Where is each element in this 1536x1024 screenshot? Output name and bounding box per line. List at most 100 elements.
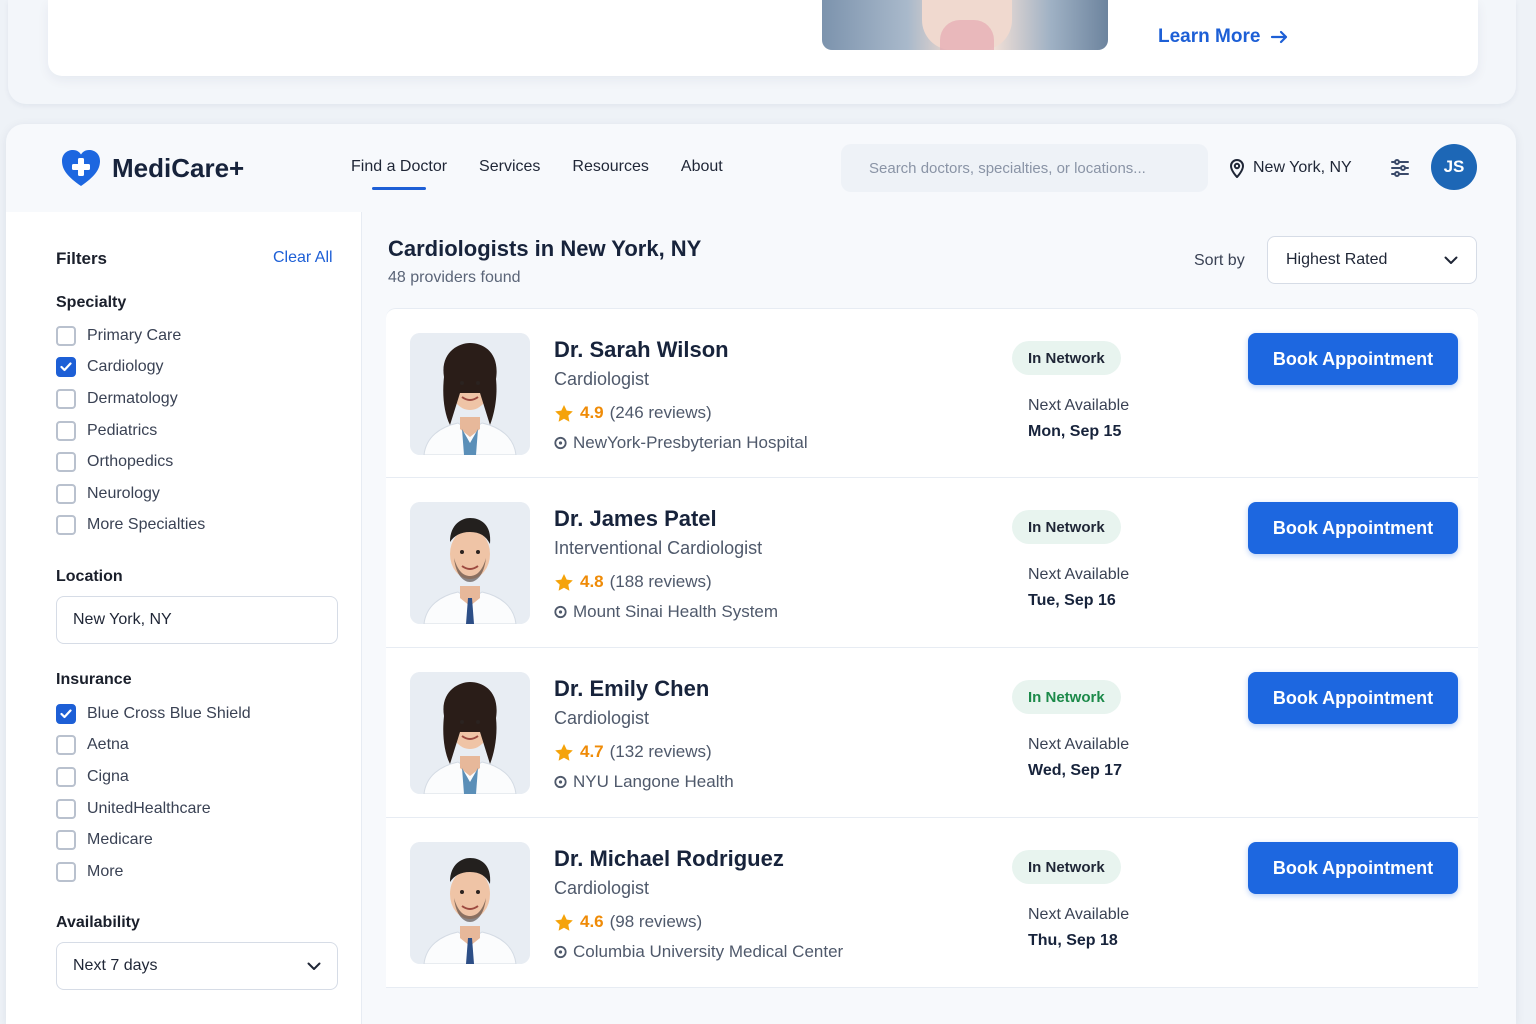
filter-option[interactable]: More xyxy=(56,856,251,888)
avatar[interactable]: JS xyxy=(1431,144,1477,190)
insurance-list: Blue Cross Blue Shield Aetna Cigna UnitedHe… xyxy=(56,698,251,888)
book-appointment-button[interactable]: Book Appointment xyxy=(1248,842,1458,894)
promo-card: Learn More xyxy=(48,0,1478,76)
app-frame: MediCare+ Find a Doctor Services Resourc… xyxy=(6,124,1516,1024)
specialty-title: Specialty xyxy=(56,294,127,311)
availability-title: Availability xyxy=(56,914,140,931)
filter-option[interactable]: Primary Care xyxy=(56,320,205,352)
filter-option-label: Dermatology xyxy=(87,389,178,407)
doctor-specialty: Cardiologist xyxy=(554,878,650,898)
sort-value: Highest Rated xyxy=(1286,251,1388,268)
star-icon xyxy=(555,913,573,931)
doctor-card[interactable]: Dr. Michael Rodriguez Cardiologist 4.6 (98 … xyxy=(386,818,1478,988)
logo[interactable]: MediCare+ xyxy=(60,148,244,188)
doctor-hospital: Columbia University Medical Center xyxy=(554,942,843,962)
hospital-name: Mount Sinai Health System xyxy=(573,602,779,621)
learn-more-label: Learn More xyxy=(1158,26,1261,47)
map-pin-icon xyxy=(1229,159,1245,178)
review-count[interactable]: (132 reviews) xyxy=(610,742,712,762)
location-pin-icon xyxy=(554,436,567,450)
rating-score: 4.7 xyxy=(580,742,604,761)
availability-select[interactable]: Next 7 days xyxy=(56,942,338,990)
doctor-card[interactable]: Dr. Emily Chen Cardiologist 4.7 (132 review… xyxy=(386,648,1478,818)
doctor-hospital: Mount Sinai Health System xyxy=(554,602,778,622)
filter-option[interactable]: Cardiology xyxy=(56,352,205,384)
doctor-card[interactable]: Dr. Sarah Wilson Cardiologist 4.9 (246 revi… xyxy=(386,308,1478,478)
insurance-title: Insurance xyxy=(56,671,132,688)
network-badge: In Network xyxy=(1012,510,1121,544)
nav-about[interactable]: About xyxy=(681,158,723,176)
learn-more-link[interactable]: Learn More xyxy=(1158,26,1290,48)
doctor-photo xyxy=(410,333,530,455)
doctor-card[interactable]: Dr. James Patel Interventional Cardiologi… xyxy=(386,478,1478,648)
checkbox[interactable] xyxy=(56,420,76,441)
doctor-rating: 4.8 (188 reviews) xyxy=(554,572,712,592)
location-filter-title: Location xyxy=(56,568,123,585)
filter-option[interactable]: Medicare xyxy=(56,824,251,856)
chevron-down-icon xyxy=(307,962,321,970)
filter-option[interactable]: Neurology xyxy=(56,478,205,510)
checkbox[interactable] xyxy=(56,735,76,756)
rating-score: 4.9 xyxy=(580,403,604,422)
checkbox[interactable] xyxy=(56,766,76,787)
filter-option-label: Blue Cross Blue Shield xyxy=(87,704,251,722)
doctor-name[interactable]: Dr. James Patel xyxy=(554,506,717,532)
sort-select[interactable]: Highest Rated xyxy=(1267,236,1477,284)
filter-option-label: Medicare xyxy=(87,831,153,849)
main-nav: Find a Doctor Services Resources About xyxy=(351,158,723,190)
next-available-date: Tue, Sep 16 xyxy=(1028,592,1116,609)
checkbox[interactable] xyxy=(56,483,76,504)
star-icon xyxy=(555,404,573,422)
filter-option[interactable]: Orthopedics xyxy=(56,446,205,478)
nav-find-a-doctor[interactable]: Find a Doctor xyxy=(351,158,447,190)
doctor-rating: 4.6 (98 reviews) xyxy=(554,912,702,932)
filter-option[interactable]: Blue Cross Blue Shield xyxy=(56,698,251,730)
checkbox[interactable] xyxy=(56,357,76,378)
search-input[interactable] xyxy=(869,159,1180,177)
header: MediCare+ Find a Doctor Services Resourc… xyxy=(6,124,1516,212)
doctor-specialty: Interventional Cardiologist xyxy=(554,538,763,558)
filter-option-label: Cigna xyxy=(87,767,129,785)
nav-services[interactable]: Services xyxy=(479,158,540,176)
filter-sliders-icon[interactable] xyxy=(1388,156,1412,180)
location-selector[interactable]: New York, NY xyxy=(1229,158,1352,178)
filter-option-label: Primary Care xyxy=(87,326,182,344)
clear-all-link[interactable]: Clear All xyxy=(273,249,333,267)
checkbox[interactable] xyxy=(56,515,76,536)
filter-option[interactable]: Aetna xyxy=(56,730,251,762)
next-available-label: Next Available xyxy=(1028,906,1130,923)
book-appointment-button[interactable]: Book Appointment xyxy=(1248,333,1458,385)
doctor-rating: 4.9 (246 reviews) xyxy=(554,403,712,423)
doctor-name[interactable]: Dr. Emily Chen xyxy=(554,676,709,702)
doctor-photo xyxy=(410,502,530,624)
checkbox[interactable] xyxy=(56,388,76,409)
checkbox[interactable] xyxy=(56,830,76,851)
doctor-photo xyxy=(410,842,530,964)
filter-option[interactable]: Pediatrics xyxy=(56,415,205,447)
doctor-name[interactable]: Dr. Michael Rodriguez xyxy=(554,846,784,872)
book-appointment-button[interactable]: Book Appointment xyxy=(1248,672,1458,724)
filter-option[interactable]: Cigna xyxy=(56,761,251,793)
filter-option-label: More Specialties xyxy=(87,516,206,534)
doctor-list: Dr. Sarah Wilson Cardiologist 4.9 (246 revi… xyxy=(386,308,1478,988)
review-count[interactable]: (188 reviews) xyxy=(610,572,712,592)
review-count[interactable]: (246 reviews) xyxy=(610,403,712,423)
nav-resources[interactable]: Resources xyxy=(572,158,648,176)
next-available-date: Mon, Sep 15 xyxy=(1028,423,1122,440)
checkbox[interactable] xyxy=(56,703,76,724)
filter-option[interactable]: Dermatology xyxy=(56,383,205,415)
review-count[interactable]: (98 reviews) xyxy=(610,912,703,932)
book-appointment-button[interactable]: Book Appointment xyxy=(1248,502,1458,554)
filter-option[interactable]: UnitedHealthcare xyxy=(56,793,251,825)
network-badge: In Network xyxy=(1012,680,1121,714)
checkbox[interactable] xyxy=(56,861,76,882)
filter-option[interactable]: More Specialties xyxy=(56,510,205,542)
location-input[interactable] xyxy=(73,611,321,629)
doctor-name[interactable]: Dr. Sarah Wilson xyxy=(554,337,729,363)
search-box xyxy=(841,144,1208,192)
location-pin-icon xyxy=(554,945,567,959)
filter-option-label: UnitedHealthcare xyxy=(87,799,211,817)
checkbox[interactable] xyxy=(56,325,76,346)
checkbox[interactable] xyxy=(56,452,76,473)
checkbox[interactable] xyxy=(56,798,76,819)
